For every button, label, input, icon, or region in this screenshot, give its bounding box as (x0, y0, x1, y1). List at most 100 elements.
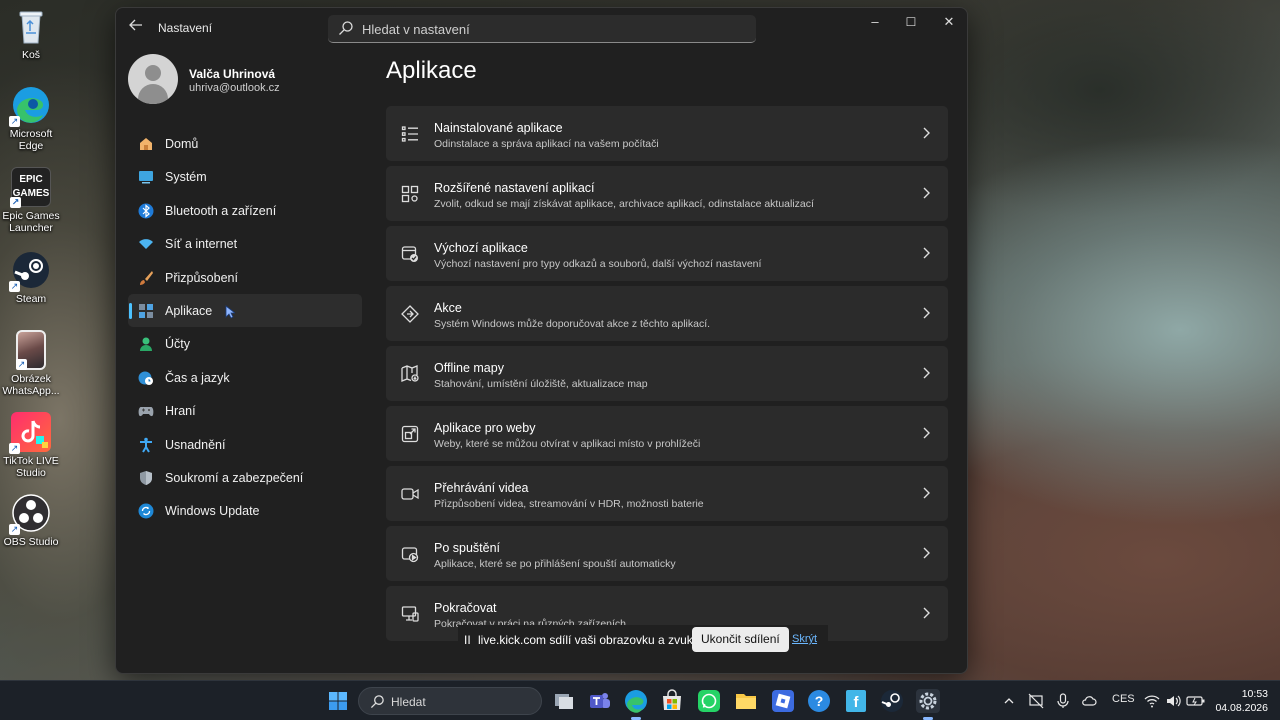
desktop-icon-label: TikTok LIVE Studio (3, 455, 59, 479)
card-video-playback[interactable]: Přehrávání videa Přizpůsobení videa, str… (386, 466, 948, 521)
card-offline-maps[interactable]: Offline mapy Stahování, umístění úložišt… (386, 346, 948, 401)
system-icon (139, 171, 153, 184)
screen-share-bar: II live.kick.com sdílí vaši obrazovku a … (458, 625, 828, 655)
desktop-icon-edge[interactable]: ↗ Microsoft Edge (2, 85, 60, 152)
desktop-icon-whatsapp-image[interactable]: ↗ Obrázek WhatsApp... (2, 330, 60, 397)
stop-sharing-button[interactable]: Ukončit sdílení (692, 627, 789, 652)
epic-games-badge: EPIC GAMES (12, 174, 50, 199)
card-title: Nainstalované aplikace (434, 121, 563, 135)
sidebar-item-personalization[interactable]: Přizpůsobení (128, 261, 362, 294)
shortcut-arrow-icon: ↗ (9, 443, 20, 454)
apps-icon (139, 303, 153, 318)
shortcut-arrow-icon: ↗ (9, 281, 20, 292)
desktop-icon-label: Koš (21, 49, 41, 61)
card-title: Po spuštění (434, 541, 501, 555)
card-advanced-app-settings[interactable]: Rozšířené nastavení aplikací Zvolit, odk… (386, 166, 948, 221)
sidebar-item-label: Účty (165, 337, 190, 352)
help-icon[interactable]: ? (807, 689, 831, 713)
sidebar-item-gaming[interactable]: Hraní (128, 394, 362, 427)
default-apps-icon (401, 246, 418, 262)
card-description: Zvolit, odkud se mají získávat aplikace,… (434, 198, 814, 210)
epic-games-icon: EPIC GAMES ↗ (10, 167, 51, 208)
desktop-icon-tiktok[interactable]: ↗ TikTok LIVE Studio (2, 412, 60, 479)
card-startup[interactable]: Po spuštění Aplikace, které se po přihlá… (386, 526, 948, 581)
search-input[interactable] (362, 19, 742, 39)
microphone-icon[interactable] (1056, 693, 1070, 709)
sidebar-item-apps[interactable]: Aplikace (128, 293, 362, 328)
taskbar-search-label: Hledat (391, 695, 426, 709)
tiktok-icon: ↗ (9, 412, 51, 454)
battery-icon[interactable] (1186, 693, 1206, 709)
sidebar-item-time-language[interactable]: Čas a jazyk (128, 361, 362, 394)
sidebar-item-accessibility[interactable]: Usnadnění (128, 428, 362, 461)
pause-icon[interactable]: II (464, 633, 471, 647)
settings-search-box[interactable] (328, 15, 756, 43)
hide-link[interactable]: Skrýt (792, 633, 817, 645)
card-installed-apps[interactable]: Nainstalované aplikace Odinstalace a spr… (386, 106, 948, 161)
sidebar-item-network[interactable]: Síť a internet (128, 227, 362, 260)
desktop-icon-label: Epic Games Launcher (2, 210, 60, 234)
f-app-icon[interactable]: f (844, 689, 868, 713)
task-view-icon[interactable] (552, 689, 576, 713)
chevron-right-icon (923, 547, 930, 559)
minimize-button[interactable]: – (856, 8, 894, 38)
desktop-icon-epic-games[interactable]: EPIC GAMES ↗ Epic Games Launcher (2, 167, 60, 234)
steam-icon: ↗ (9, 250, 51, 292)
clock[interactable]: 10:53 04.08.2026 (1215, 687, 1268, 715)
desktop-icon-label: OBS Studio (3, 536, 59, 548)
open-in-app-icon (401, 425, 419, 443)
desktop-icon-recycle-bin[interactable]: Koš (2, 6, 60, 61)
chevron-right-icon (923, 487, 930, 499)
card-default-apps[interactable]: Výchozí aplikace Výchozí nastavení pro t… (386, 226, 948, 281)
sidebar-item-label: Aplikace (165, 303, 213, 318)
cloud-icon[interactable] (1081, 693, 1097, 709)
network-off-icon[interactable] (1028, 693, 1044, 709)
user-profile[interactable]: Valča Uhrinová uhriva@outlook.cz (128, 54, 368, 114)
recycle-bin-icon (11, 6, 51, 46)
sidebar-item-home[interactable]: Domů (128, 127, 362, 160)
card-description: Odinstalace a správa aplikací na vašem p… (434, 138, 659, 150)
back-button[interactable] (126, 18, 146, 38)
volume-icon[interactable] (1165, 693, 1181, 709)
file-explorer-icon[interactable] (734, 689, 758, 713)
sidebar-item-label: Usnadnění (165, 437, 226, 452)
card-description: Weby, které se můžou otvírat v aplikaci … (434, 438, 701, 450)
start-button[interactable] (328, 691, 348, 711)
title-bar[interactable]: Nastavení – ☐ ✕ (116, 8, 967, 48)
clock-time: 10:53 (1241, 688, 1268, 700)
sidebar-item-windows-update[interactable]: Windows Update (128, 494, 362, 527)
close-button[interactable]: ✕ (930, 8, 967, 38)
sidebar-item-accounts[interactable]: Účty (128, 327, 362, 360)
teams-icon[interactable] (588, 689, 612, 713)
sidebar-item-label: Přizpůsobení (165, 270, 238, 285)
obs-icon: ↗ (9, 493, 51, 535)
chevron-up-icon[interactable] (1003, 695, 1015, 707)
desktop-icon-obs[interactable]: ↗ OBS Studio (2, 493, 60, 548)
store-icon[interactable] (660, 689, 684, 713)
sidebar-item-bluetooth[interactable]: Bluetooth a zařízení (128, 194, 362, 227)
search-icon (370, 695, 384, 709)
sidebar-item-privacy[interactable]: Soukromí a zabezpečení (128, 461, 362, 494)
sidebar-item-label: Domů (165, 137, 199, 151)
share-status-text: live.kick.com sdílí vaši obrazovku a zvu… (478, 633, 697, 647)
settings-icon[interactable] (916, 689, 940, 720)
startup-icon (401, 547, 419, 563)
roblox-icon[interactable] (771, 689, 795, 713)
maximize-button[interactable]: ☐ (892, 8, 930, 38)
steam-icon[interactable] (880, 689, 904, 713)
input-language[interactable]: CES (1112, 693, 1135, 705)
shortcut-arrow-icon: ↗ (9, 116, 20, 127)
settings-window: Nastavení – ☐ ✕ Valča Uhrinová uhriva@ou… (115, 7, 968, 674)
desktop-icon-label: Steam (15, 293, 47, 305)
desktop-icon-steam[interactable]: ↗ Steam (2, 250, 60, 305)
card-apps-for-websites[interactable]: Aplikace pro weby Weby, které se můžou o… (386, 406, 948, 461)
card-actions[interactable]: Akce Systém Windows může doporučovat akc… (386, 286, 948, 341)
card-title: Pokračovat (434, 601, 497, 615)
card-description: Systém Windows může doporučovat akce z t… (434, 318, 711, 330)
shortcut-arrow-icon: ↗ (9, 524, 20, 535)
whatsapp-icon[interactable] (697, 689, 721, 713)
taskbar-search[interactable]: Hledat (358, 687, 542, 715)
wifi-icon[interactable] (1144, 693, 1160, 709)
sidebar-item-system[interactable]: Systém (128, 160, 362, 193)
edge-icon[interactable] (624, 689, 648, 720)
